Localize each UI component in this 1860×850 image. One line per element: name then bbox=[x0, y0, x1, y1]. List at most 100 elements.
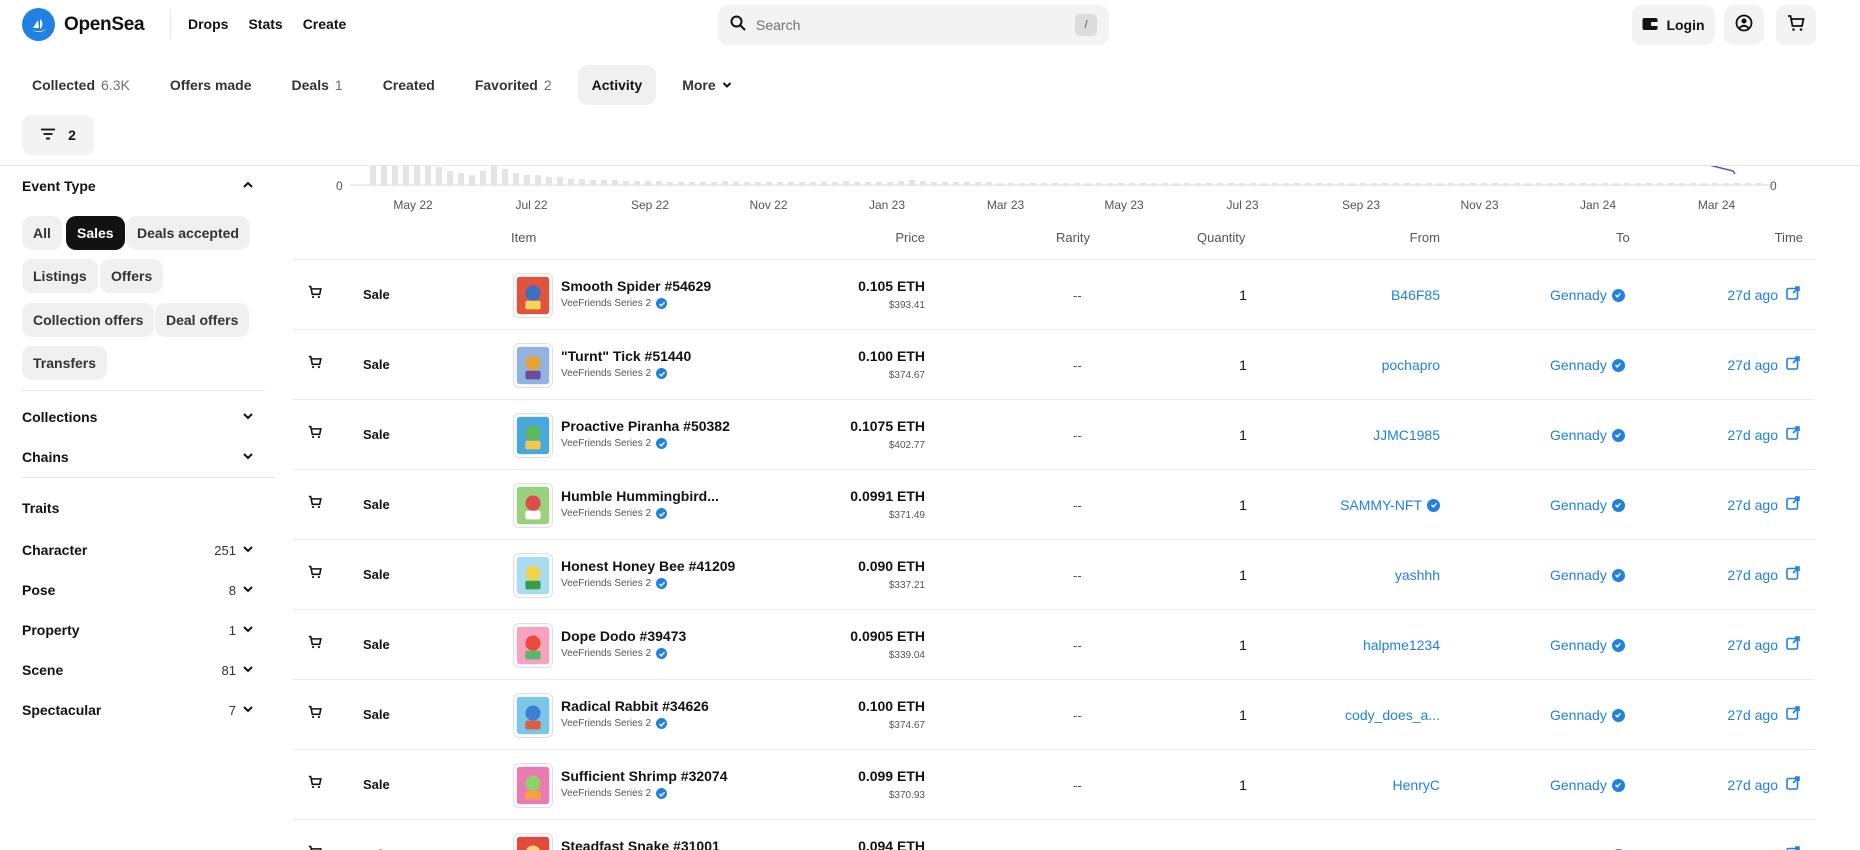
time-link[interactable]: 27d ago bbox=[1727, 706, 1800, 723]
chart-volume-bar bbox=[1514, 183, 1520, 185]
table-row[interactable]: Sale Radical Rabbit #34626 VeeFriends Seri… bbox=[293, 679, 1815, 749]
table-row[interactable]: Sale Sufficient Shrimp #32074 VeeFriends S… bbox=[293, 749, 1815, 819]
to-account-link[interactable]: Gennady bbox=[1550, 777, 1625, 793]
nav-drops[interactable]: Drops bbox=[188, 16, 228, 32]
event-type-header[interactable]: Event Type bbox=[22, 178, 254, 194]
item-name[interactable]: Steadfast Snake #31001 bbox=[561, 838, 720, 850]
from-account-link[interactable]: halpme1234 bbox=[1363, 637, 1440, 653]
to-account-link[interactable]: Gennady bbox=[1550, 707, 1625, 723]
item-collection[interactable]: VeeFriends Series 2 bbox=[561, 438, 668, 449]
nav-stats[interactable]: Stats bbox=[248, 16, 282, 32]
trait-scene[interactable]: Scene 81 bbox=[22, 662, 254, 678]
login-button[interactable]: Login bbox=[1632, 5, 1715, 45]
item-collection[interactable]: VeeFriends Series 2 bbox=[561, 718, 668, 729]
chip-listings[interactable]: Listings bbox=[22, 259, 98, 293]
trait-pose[interactable]: Pose 8 bbox=[22, 582, 254, 598]
to-account-link[interactable]: Gennady bbox=[1550, 357, 1625, 373]
item-name[interactable]: Humble Hummingbird... bbox=[561, 488, 719, 504]
item-thumbnail[interactable] bbox=[513, 273, 553, 318]
chip-collection-offers[interactable]: Collection offers bbox=[22, 303, 155, 337]
item-collection[interactable]: VeeFriends Series 2 bbox=[561, 578, 668, 589]
tab-offers-made[interactable]: Offers made bbox=[156, 65, 266, 105]
time-link[interactable]: 27d ago bbox=[1727, 286, 1800, 303]
table-row[interactable]: SaleSteadfast Snake #31001VeeFriends Ser… bbox=[293, 819, 1815, 850]
tab-deals[interactable]: Deals 1 bbox=[278, 65, 357, 105]
to-account-link[interactable]: Gennady bbox=[1550, 637, 1625, 653]
trait-spectacular[interactable]: Spectacular 7 bbox=[22, 702, 254, 718]
item-collection[interactable]: VeeFriends Series 2 bbox=[561, 508, 668, 519]
time-link[interactable]: 27d ago bbox=[1727, 426, 1800, 443]
account-button[interactable] bbox=[1724, 5, 1764, 45]
chip-deals-accepted[interactable]: Deals accepted bbox=[126, 216, 250, 250]
chains-header[interactable]: Chains bbox=[22, 449, 254, 465]
filter-icon bbox=[40, 127, 56, 143]
from-account-link[interactable]: B46F85 bbox=[1391, 287, 1440, 303]
item-thumbnail[interactable] bbox=[513, 553, 553, 598]
item-name[interactable]: Sufficient Shrimp #32074 bbox=[561, 768, 728, 784]
table-row[interactable]: Sale Smooth Spider #54629 VeeFriends Serie… bbox=[293, 259, 1815, 329]
time-link[interactable]: 27d ago bbox=[1727, 356, 1800, 373]
table-row[interactable]: Sale Honest Honey Bee #41209 VeeFriends Se… bbox=[293, 539, 1815, 609]
tab-collected[interactable]: Collected 6.3K bbox=[18, 65, 144, 105]
filter-toggle-button[interactable]: 2 bbox=[22, 115, 94, 155]
tab-more[interactable]: More bbox=[668, 65, 745, 105]
trait-count: 251 bbox=[214, 542, 236, 558]
search-bar[interactable]: / bbox=[718, 5, 1109, 45]
from-account-link[interactable]: yashhh bbox=[1395, 567, 1440, 583]
chip-sales[interactable]: Sales bbox=[66, 216, 125, 250]
time-link[interactable]: 27d ago bbox=[1727, 776, 1800, 793]
item-name[interactable]: Radical Rabbit #34626 bbox=[561, 698, 709, 714]
item-name[interactable]: Dope Dodo #39473 bbox=[561, 628, 686, 644]
item-name[interactable]: Honest Honey Bee #41209 bbox=[561, 558, 735, 574]
trait-property[interactable]: Property 1 bbox=[22, 622, 254, 638]
tab-created[interactable]: Created bbox=[369, 65, 449, 105]
time-link[interactable]: 27d ago bbox=[1727, 496, 1800, 513]
table-row[interactable]: Sale Proactive Piranha #50382 VeeFriends S… bbox=[293, 399, 1815, 469]
to-account-link[interactable]: Gennady bbox=[1550, 287, 1625, 303]
chip-offers[interactable]: Offers bbox=[100, 259, 164, 293]
time-link[interactable]: 27d ago bbox=[1727, 846, 1800, 850]
item-collection[interactable]: VeeFriends Series 2 bbox=[561, 368, 668, 379]
tab-activity[interactable]: Activity bbox=[577, 65, 657, 105]
item-collection[interactable]: VeeFriends Series 2 bbox=[561, 788, 668, 799]
nav-create[interactable]: Create bbox=[303, 16, 347, 32]
from-account-link[interactable]: HenryC bbox=[1393, 777, 1440, 793]
from-account-link[interactable]: cody_does_a... bbox=[1345, 707, 1440, 723]
item-collection[interactable]: VeeFriends Series 2 bbox=[561, 648, 668, 659]
table-row[interactable]: Sale Dope Dodo #39473 VeeFriends Series 2 0… bbox=[293, 609, 1815, 679]
wallet-icon bbox=[1642, 17, 1659, 34]
to-account-link[interactable]: Gennady bbox=[1550, 427, 1625, 443]
from-account-link[interactable]: SAMMY-NFT bbox=[1340, 497, 1440, 513]
tab-favorited[interactable]: Favorited 2 bbox=[461, 65, 566, 105]
item-thumbnail[interactable] bbox=[513, 693, 553, 738]
item-thumbnail[interactable] bbox=[513, 623, 553, 668]
collections-header[interactable]: Collections bbox=[22, 409, 254, 425]
item-collection[interactable]: VeeFriends Series 2 bbox=[561, 298, 668, 309]
item-thumbnail[interactable] bbox=[513, 413, 553, 458]
item-thumbnail[interactable] bbox=[513, 343, 553, 388]
from-account-link[interactable]: pochapro bbox=[1382, 357, 1440, 373]
to-account-link[interactable]: Gennady bbox=[1550, 497, 1625, 513]
price-eth: 0.099 ETH bbox=[858, 768, 925, 784]
chip-all[interactable]: All bbox=[22, 216, 62, 250]
from-account-link[interactable]: JJMC1985 bbox=[1373, 427, 1440, 443]
trait-character[interactable]: Character 251 bbox=[22, 542, 254, 558]
item-name[interactable]: "Turnt" Tick #51440 bbox=[561, 348, 691, 364]
item-thumbnail[interactable] bbox=[513, 763, 553, 808]
item-thumbnail[interactable] bbox=[513, 833, 553, 850]
opensea-logo[interactable]: OpenSea bbox=[22, 8, 145, 41]
chip-deal-offers[interactable]: Deal offers bbox=[155, 303, 250, 337]
table-row[interactable]: Sale "Turnt" Tick #51440 VeeFriends Series… bbox=[293, 329, 1815, 399]
external-link-icon bbox=[1786, 636, 1800, 653]
item-name[interactable]: Proactive Piranha #50382 bbox=[561, 418, 730, 434]
search-input[interactable] bbox=[756, 17, 1065, 33]
to-account-link[interactable]: Gennady bbox=[1550, 567, 1625, 583]
time-link[interactable]: 27d ago bbox=[1727, 636, 1800, 653]
quantity-value: 1 bbox=[1239, 637, 1247, 653]
table-row[interactable]: Sale Humble Hummingbird... VeeFriends Seri… bbox=[293, 469, 1815, 539]
cart-button[interactable] bbox=[1776, 5, 1816, 45]
chip-transfers[interactable]: Transfers bbox=[22, 346, 108, 380]
item-name[interactable]: Smooth Spider #54629 bbox=[561, 278, 711, 294]
time-link[interactable]: 27d ago bbox=[1727, 566, 1800, 583]
item-thumbnail[interactable] bbox=[513, 483, 553, 528]
